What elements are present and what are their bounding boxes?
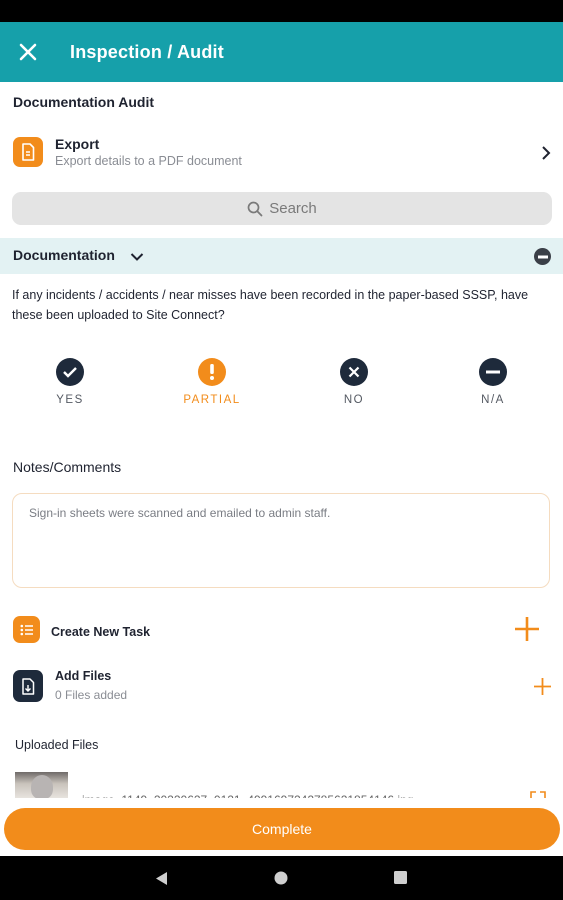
export-badge: [13, 137, 43, 167]
add-files-title[interactable]: Add Files: [55, 669, 111, 683]
page-title: Inspection / Audit: [70, 41, 224, 62]
question-text: If any incidents / accidents / near miss…: [12, 288, 529, 322]
search-placeholder: Search: [269, 200, 317, 217]
file-thumbnail[interactable]: [15, 772, 68, 798]
close-icon: [19, 43, 37, 61]
cross-icon: [340, 358, 368, 386]
option-partial[interactable]: PARTIAL: [167, 358, 257, 406]
task-badge: [13, 616, 40, 643]
chevron-right-icon: [542, 146, 551, 160]
recents-icon[interactable]: [394, 871, 407, 884]
option-label: YES: [56, 394, 84, 406]
minus-icon: [479, 358, 507, 386]
status-bar: [0, 0, 563, 22]
export-title: Export: [55, 136, 100, 152]
minus-icon: [537, 255, 548, 258]
exclamation-icon: [198, 358, 226, 386]
category-name: Documentation: [13, 247, 115, 263]
home-icon[interactable]: [274, 871, 288, 885]
export-subtitle: Export details to a PDF document: [55, 154, 242, 168]
open-external-icon[interactable]: [530, 791, 546, 799]
add-files-plus-icon[interactable]: [533, 677, 552, 696]
notes-label: Notes/Comments: [13, 459, 122, 475]
close-button[interactable]: [0, 22, 56, 82]
option-label: N/A: [481, 394, 505, 406]
search-input[interactable]: Search: [12, 192, 552, 225]
check-icon: [56, 358, 84, 386]
option-label: NO: [343, 394, 365, 406]
app-bar: Inspection / Audit: [0, 22, 563, 82]
notes-textarea[interactable]: Sign-in sheets were scanned and emailed …: [12, 493, 550, 588]
option-yes[interactable]: YES: [25, 358, 115, 406]
option-label: PARTIAL: [183, 394, 241, 406]
category-header[interactable]: Documentation: [0, 238, 563, 274]
pdf-document-icon: [22, 143, 35, 161]
audit-title: Documentation Audit: [13, 94, 155, 110]
uploaded-files-label: Uploaded Files: [15, 738, 99, 752]
option-no[interactable]: NO: [309, 358, 399, 406]
collapse-button[interactable]: [534, 248, 551, 265]
export-row[interactable]: Export Export details to a PDF document: [0, 128, 563, 178]
complete-button[interactable]: Complete: [4, 808, 560, 850]
navigation-bar: [0, 856, 563, 900]
search-icon: [247, 201, 263, 216]
task-list-icon: [20, 624, 33, 635]
create-task-label[interactable]: Create New Task: [51, 625, 150, 639]
file-name[interactable]: image_1149_20220627_0121_499169724278562…: [82, 789, 442, 798]
files-count: 0 Files added: [55, 688, 128, 702]
add-task-plus-icon[interactable]: [513, 615, 541, 643]
back-icon[interactable]: [155, 871, 168, 886]
chevron-down-icon[interactable]: [130, 252, 144, 262]
files-badge: [13, 670, 43, 702]
option-na[interactable]: N/A: [448, 358, 538, 406]
file-upload-icon: [22, 677, 35, 695]
